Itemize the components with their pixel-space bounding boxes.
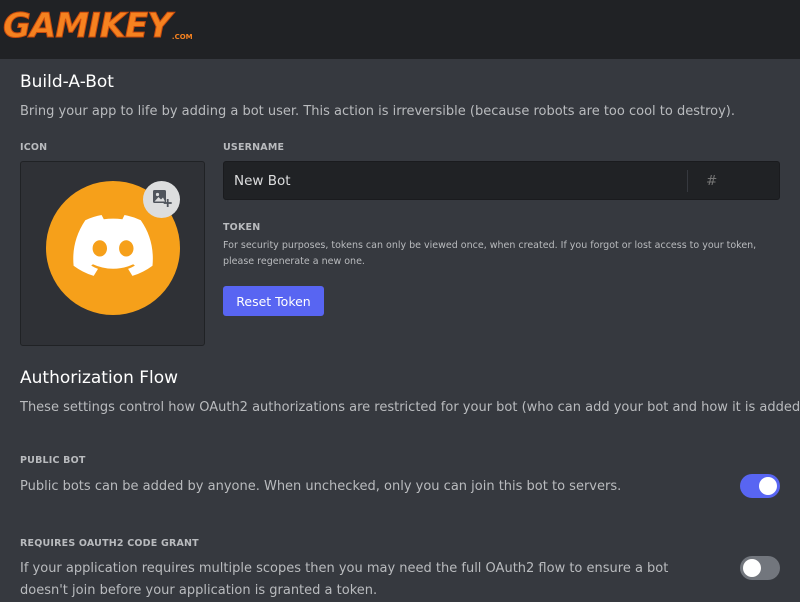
build-a-bot-description: Bring your app to life by adding a bot u… [20, 104, 735, 119]
reset-token-button[interactable]: Reset Token [223, 286, 324, 316]
public-bot-description: Public bots can be added by anyone. When… [20, 479, 622, 494]
bot-settings-page: Build-A-Bot Bring your app to life by ad… [0, 59, 800, 600]
bot-icon-uploader[interactable] [20, 161, 205, 346]
public-bot-toggle[interactable] [740, 474, 780, 498]
discord-logo-icon [73, 215, 153, 281]
upload-icon-button[interactable] [143, 181, 180, 218]
icon-label: ICON [20, 142, 48, 153]
token-description: For security purposes, tokens can only b… [223, 240, 757, 267]
brand-logo-suffix: .COM [171, 33, 193, 41]
build-a-bot-title: Build-A-Bot [20, 72, 114, 92]
username-field-group [223, 161, 780, 200]
authorization-flow-title: Authorization Flow [20, 368, 179, 388]
username-input[interactable] [224, 162, 687, 199]
token-label: TOKEN [223, 222, 261, 233]
username-label: USERNAME [223, 142, 285, 153]
code-grant-toggle[interactable] [740, 556, 780, 580]
top-bar: GAMIKEY .COM [0, 0, 800, 59]
code-grant-label: REQUIRES OAUTH2 CODE GRANT [20, 538, 199, 549]
authorization-flow-description: These settings control how OAuth2 author… [20, 400, 800, 415]
image-add-icon [151, 187, 173, 213]
toggle-knob [743, 559, 761, 577]
toggle-knob [759, 477, 777, 495]
brand-logo-text: GAMIKEY [3, 6, 173, 47]
public-bot-label: PUBLIC BOT [20, 455, 86, 466]
brand-logo[interactable]: GAMIKEY .COM [3, 6, 193, 47]
code-grant-description: If your application requires multiple sc… [20, 561, 669, 598]
discriminator-input[interactable] [688, 162, 778, 199]
